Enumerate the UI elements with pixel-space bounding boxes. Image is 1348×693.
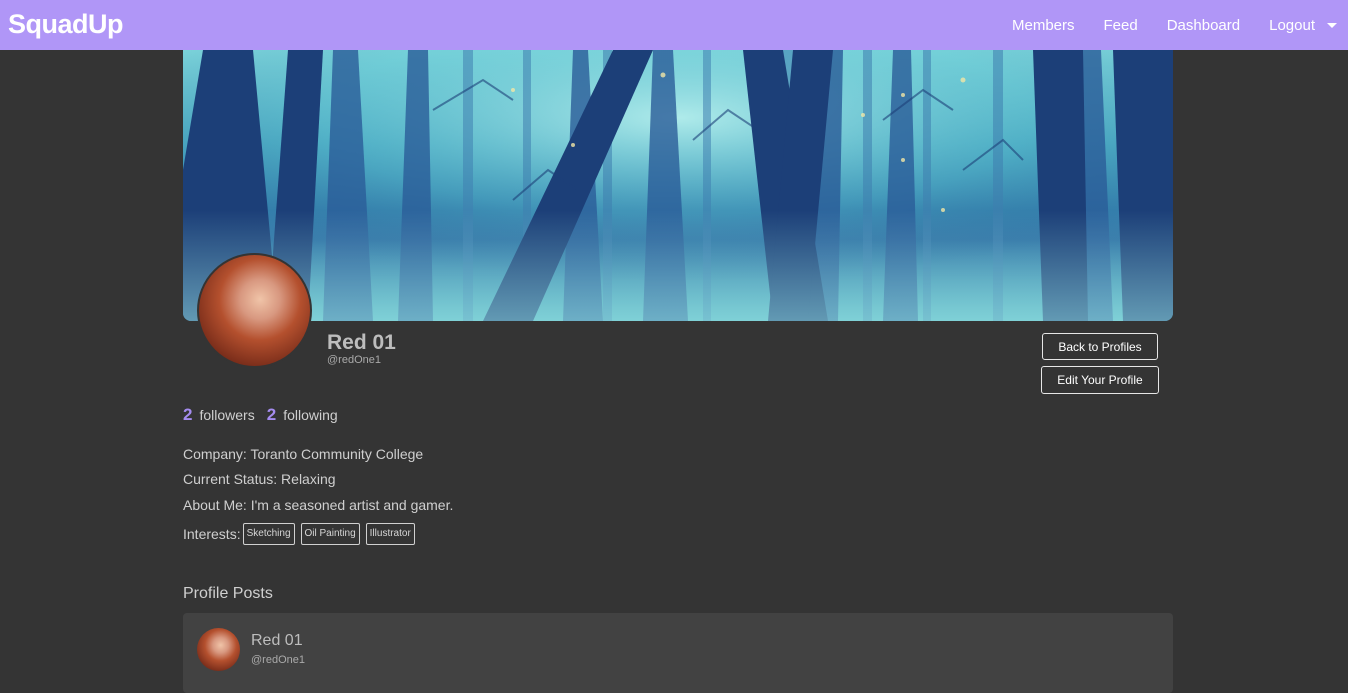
following-count[interactable]: 2 <box>267 405 276 425</box>
brand-logo[interactable]: SquadUp <box>8 9 124 40</box>
status-text: Current Status: Relaxing <box>183 471 336 487</box>
post-avatar[interactable] <box>197 628 240 671</box>
edit-profile-button[interactable]: Edit Your Profile <box>1041 366 1159 394</box>
nav-link-feed[interactable]: Feed <box>1104 17 1138 34</box>
back-to-profiles-button[interactable]: Back to Profiles <box>1042 333 1158 360</box>
profile-avatar <box>197 253 312 368</box>
caret-down-icon[interactable] <box>1327 22 1337 28</box>
nav-links: Members Feed Dashboard Logout <box>1012 0 1348 50</box>
following-label[interactable]: following <box>283 407 337 423</box>
follow-stats: 2 followers 2 following <box>183 405 350 425</box>
interest-tag: Sketching <box>242 523 295 545</box>
nav-link-logout[interactable]: Logout <box>1269 17 1315 34</box>
about-text: About Me: I'm a seasoned artist and game… <box>183 497 454 513</box>
post-card[interactable]: Red 01 @redOne1 <box>183 613 1173 693</box>
company-text: Company: Toranto Community College <box>183 446 424 462</box>
nav-link-members[interactable]: Members <box>1012 17 1075 34</box>
cover-image <box>183 50 1173 321</box>
profile-posts-title: Profile Posts <box>183 585 273 602</box>
interest-tag: Oil Painting <box>300 523 360 545</box>
navbar: SquadUp Members Feed Dashboard Logout <box>0 0 1348 50</box>
post-author-name[interactable]: Red 01 <box>251 632 303 650</box>
followers-count[interactable]: 2 <box>183 405 192 425</box>
nav-link-dashboard[interactable]: Dashboard <box>1167 17 1240 34</box>
profile-name: Red 01 <box>327 331 396 354</box>
interests-label: Interests: <box>183 526 241 542</box>
interests: Interests: Sketching Oil Painting Illust… <box>183 523 421 545</box>
post-author-handle: @redOne1 <box>251 654 305 666</box>
followers-label[interactable]: followers <box>199 407 254 423</box>
profile-handle: @redOne1 <box>327 354 381 366</box>
interest-tag: Illustrator <box>365 523 415 545</box>
